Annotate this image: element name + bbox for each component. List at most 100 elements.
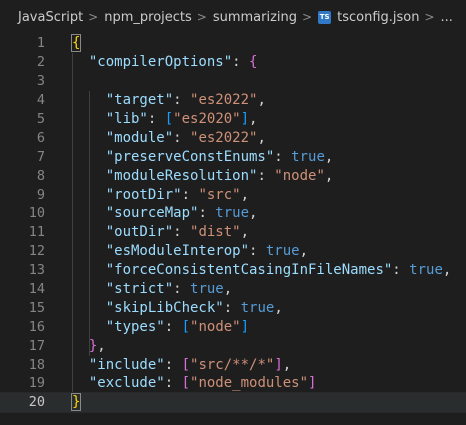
json-string: "src" bbox=[198, 186, 241, 203]
open-brace: { bbox=[70, 34, 82, 53]
line-number: 11 bbox=[28, 224, 45, 241]
line-number: 18 bbox=[28, 356, 45, 373]
json-key: "skipLibCheck" bbox=[105, 299, 224, 316]
json-boolean: true bbox=[291, 148, 325, 165]
code-line[interactable]: 3 bbox=[0, 72, 466, 91]
code-line[interactable]: 1 { bbox=[0, 34, 466, 53]
json-boolean: true bbox=[215, 205, 250, 222]
code-editor[interactable]: 1 { 2 "compilerOptions": { 3 4 "target":… bbox=[0, 34, 466, 413]
line-number: 14 bbox=[28, 281, 45, 298]
json-key: "esModuleInterop" bbox=[105, 243, 250, 260]
json-key: "strict" bbox=[105, 281, 174, 298]
line-number: 12 bbox=[28, 243, 45, 260]
code-line[interactable]: 19 "exclude": ["node_modules"] bbox=[0, 374, 466, 393]
chevron-right-icon: > bbox=[424, 10, 435, 24]
code-line[interactable]: 17 }, bbox=[0, 336, 466, 355]
code-line[interactable]: 8 "moduleResolution": "node", bbox=[0, 166, 466, 185]
json-key: "types" bbox=[105, 318, 165, 335]
code-line[interactable]: 10 "sourceMap": true, bbox=[0, 204, 466, 223]
code-line[interactable]: 18 "include": ["src/**/*"], bbox=[0, 355, 466, 374]
code-text: "compilerOptions": { bbox=[88, 54, 258, 71]
code-line[interactable]: 5 "lib": ["es2020"], bbox=[0, 110, 466, 129]
code-line[interactable]: 11 "outDir": "dist", bbox=[0, 223, 466, 242]
code-text: "esModuleInterop": true, bbox=[105, 243, 309, 260]
json-key: "module" bbox=[105, 129, 174, 146]
code-text: "target": "es2022", bbox=[105, 92, 266, 109]
breadcrumb-file-name: tsconfig.json bbox=[337, 9, 420, 25]
code-text: } bbox=[70, 393, 82, 412]
close-brace: } bbox=[70, 393, 82, 412]
code-text: "module": "es2022", bbox=[105, 129, 266, 146]
json-key: "forceConsistentCasingInFileNames" bbox=[105, 262, 393, 279]
json-key: "exclude" bbox=[88, 375, 165, 392]
code-text: "sourceMap": true, bbox=[105, 205, 258, 222]
json-key: "target" bbox=[105, 92, 174, 109]
chevron-right-icon: > bbox=[302, 10, 313, 24]
code-line[interactable]: 13 "forceConsistentCasingInFileNames": t… bbox=[0, 261, 466, 280]
json-string: "node" bbox=[190, 318, 241, 335]
json-string: "dist" bbox=[190, 224, 241, 241]
code-text: { bbox=[70, 34, 82, 53]
breadcrumb-item-summarizing[interactable]: summarizing bbox=[213, 10, 297, 25]
json-key: "moduleResolution" bbox=[105, 167, 258, 184]
code-line[interactable]: 14 "strict": true, bbox=[0, 280, 466, 299]
line-number: 10 bbox=[28, 205, 45, 222]
json-string: "es2022" bbox=[190, 92, 258, 109]
code-line[interactable]: 7 "preserveConstEnums": true, bbox=[0, 147, 466, 166]
json-key: "lib" bbox=[105, 111, 148, 127]
code-line[interactable]: 15 "skipLibCheck": true, bbox=[0, 298, 466, 317]
line-number: 1 bbox=[36, 35, 45, 52]
json-key: "compilerOptions" bbox=[88, 54, 233, 71]
breadcrumb-item-file[interactable]: TS tsconfig.json bbox=[318, 10, 419, 25]
line-number: 19 bbox=[28, 375, 45, 392]
code-line[interactable]: 9 "rootDir": "src", bbox=[0, 185, 466, 204]
code-text: "outDir": "dist", bbox=[105, 224, 250, 241]
typescript-file-icon: TS bbox=[318, 10, 332, 24]
json-key: "rootDir" bbox=[105, 186, 182, 203]
json-string: "es2020" bbox=[173, 111, 241, 127]
line-number: 4 bbox=[36, 92, 45, 109]
code-text: "preserveConstEnums": true, bbox=[105, 148, 334, 165]
line-number: 6 bbox=[36, 129, 45, 146]
code-text: "moduleResolution": "node", bbox=[105, 167, 334, 184]
breadcrumb-item-npm-projects[interactable]: npm_projects bbox=[104, 10, 192, 25]
code-text: "forceConsistentCasingInFileNames": true… bbox=[105, 262, 452, 279]
line-number: 15 bbox=[28, 299, 45, 316]
code-text: "include": ["src/**/*"], bbox=[88, 356, 292, 373]
chevron-right-icon: > bbox=[196, 10, 207, 24]
breadcrumb-item-symbols[interactable]: ... bbox=[441, 10, 453, 25]
code-line[interactable]: 6 "module": "es2022", bbox=[0, 128, 466, 147]
line-number: 7 bbox=[36, 148, 45, 165]
code-line[interactable]: 4 "target": "es2022", bbox=[0, 91, 466, 110]
code-text: "exclude": ["node_modules"] bbox=[88, 375, 317, 392]
line-number: 5 bbox=[36, 111, 45, 127]
line-number: 20 bbox=[28, 394, 45, 411]
line-number: 2 bbox=[36, 54, 45, 71]
breadcrumb-item-javascript[interactable]: JavaScript bbox=[18, 10, 83, 25]
code-line[interactable]: 2 "compilerOptions": { bbox=[0, 53, 466, 72]
line-number: 3 bbox=[36, 73, 45, 90]
line-number: 8 bbox=[36, 167, 45, 184]
json-string: "src/**/*" bbox=[190, 356, 275, 373]
code-text: "skipLibCheck": true, bbox=[105, 299, 283, 316]
code-text: "strict": true, bbox=[105, 281, 233, 298]
json-key: "outDir" bbox=[105, 224, 174, 241]
line-number: 17 bbox=[28, 337, 45, 354]
json-boolean: true bbox=[240, 299, 275, 316]
json-string: "node_modules" bbox=[190, 375, 309, 392]
code-text: "types": ["node"] bbox=[105, 318, 250, 335]
code-line-current[interactable]: 20 } bbox=[0, 391, 466, 413]
line-number: 9 bbox=[36, 186, 45, 203]
code-text: "lib": ["es2020"], bbox=[105, 111, 258, 127]
json-boolean: true bbox=[409, 262, 443, 279]
json-key: "include" bbox=[88, 356, 165, 373]
json-boolean: true bbox=[190, 281, 224, 298]
json-string: "es2022" bbox=[190, 129, 258, 146]
code-text: }, bbox=[88, 337, 106, 354]
chevron-right-icon: > bbox=[88, 10, 99, 24]
json-key: "preserveConstEnums" bbox=[105, 148, 275, 165]
line-number: 13 bbox=[28, 262, 45, 279]
line-number: 16 bbox=[28, 318, 45, 335]
code-line[interactable]: 16 "types": ["node"] bbox=[0, 317, 466, 336]
code-line[interactable]: 12 "esModuleInterop": true, bbox=[0, 242, 466, 261]
